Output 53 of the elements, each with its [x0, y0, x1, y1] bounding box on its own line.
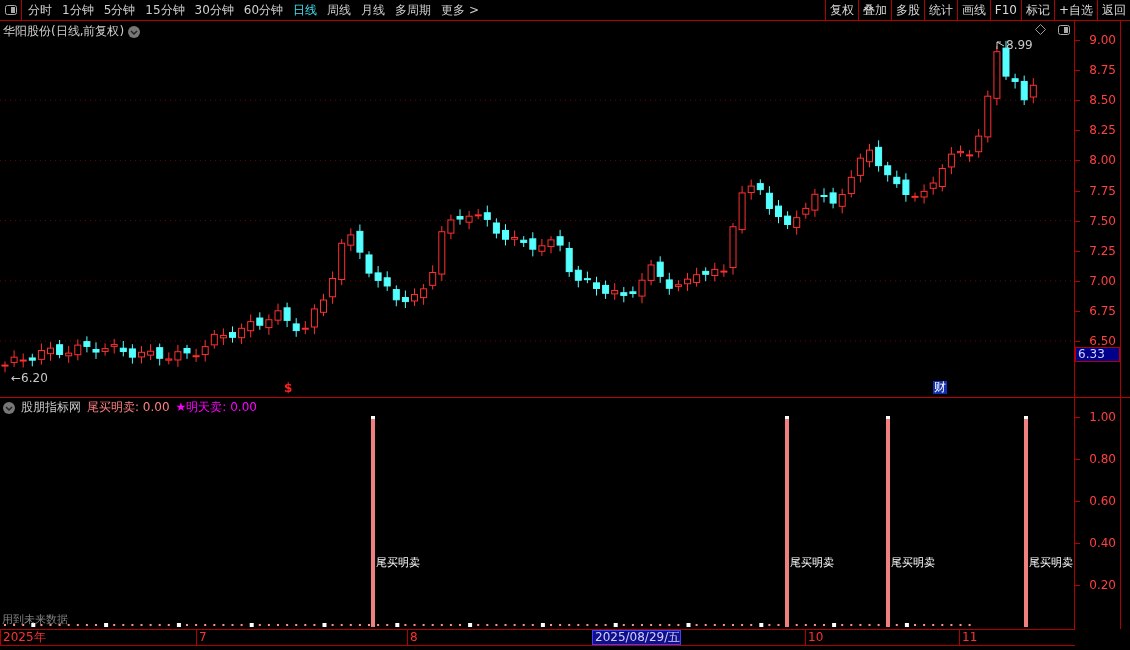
signal-label: 尾买明卖	[790, 555, 834, 570]
event-marker[interactable]: 财	[933, 381, 947, 394]
indicator-axis-label: 1.00	[1089, 410, 1116, 424]
price-label: 7.25	[1089, 243, 1116, 258]
period-tab[interactable]: 周线	[327, 1, 352, 19]
low-price-label: ←6.20	[11, 371, 48, 385]
signal-label: 尾买明卖	[1029, 555, 1073, 570]
period-tab[interactable]: 15分钟	[145, 1, 185, 19]
price-label: 8.25	[1089, 123, 1116, 138]
price-label: 6.50	[1089, 334, 1116, 348]
period-tab[interactable]: 月线	[361, 1, 386, 19]
date-label: 11	[959, 630, 978, 645]
chevron-down-icon[interactable]	[128, 25, 141, 38]
price-label: 7.50	[1089, 213, 1116, 228]
diamond-icon[interactable]	[1035, 24, 1047, 35]
indicator-axis-label: 0.40	[1089, 536, 1116, 550]
price-label: 6.75	[1089, 303, 1116, 318]
period-tab[interactable]: 60分钟	[243, 1, 284, 19]
signal-label: 尾买明卖	[891, 555, 935, 570]
date-label: 10	[805, 630, 824, 645]
current-price-label: 6.33	[1075, 347, 1120, 362]
chart-title: 华阳股份(日线,前复权)	[3, 23, 125, 40]
price-label: 8.00	[1089, 153, 1116, 168]
indicator-axis-label: 0.20	[1089, 578, 1116, 592]
indicator-name: 股朋指标网	[21, 399, 81, 416]
period-tab[interactable]: 多周期	[395, 1, 432, 19]
price-label: 8.75	[1089, 63, 1116, 78]
date-label: 8	[407, 630, 418, 645]
chevron-down-icon[interactable]	[3, 401, 15, 414]
indicator-axis-label: 0.80	[1089, 452, 1116, 466]
price-label: 7.75	[1089, 183, 1116, 198]
price-label: 9.00	[1089, 33, 1116, 47]
period-tab[interactable]: 30分钟	[194, 1, 234, 19]
period-tab[interactable]: 日线	[293, 1, 318, 19]
period-tab[interactable]: 更多 >	[441, 1, 479, 19]
period-tab[interactable]: 1分钟	[62, 1, 94, 19]
event-marker[interactable]: $	[284, 382, 293, 395]
signal-label: 尾买明卖	[376, 555, 420, 570]
indicator-value: ★明天卖: 0.00	[175, 399, 257, 416]
date-label: 7	[196, 630, 207, 645]
indicator-value: 尾买明卖: 0.00	[87, 399, 170, 416]
period-tab[interactable]: 5分钟	[103, 1, 136, 19]
price-label: 7.00	[1089, 273, 1116, 288]
date-label: 2025/08/29/五	[592, 630, 682, 645]
indicator-axis-label: 0.60	[1089, 494, 1116, 508]
pointer-arrow-icon	[996, 40, 1005, 50]
panel-toggle-icon[interactable]	[4, 5, 17, 15]
period-tab[interactable]: 分时	[28, 1, 52, 19]
date-label: 2025年	[0, 630, 46, 645]
price-label: 8.50	[1089, 93, 1116, 108]
warning-note: 用到未来数据	[2, 612, 68, 627]
panel-toggle-icon[interactable]	[1058, 24, 1071, 35]
high-price-label: 8.99	[1006, 38, 1033, 52]
